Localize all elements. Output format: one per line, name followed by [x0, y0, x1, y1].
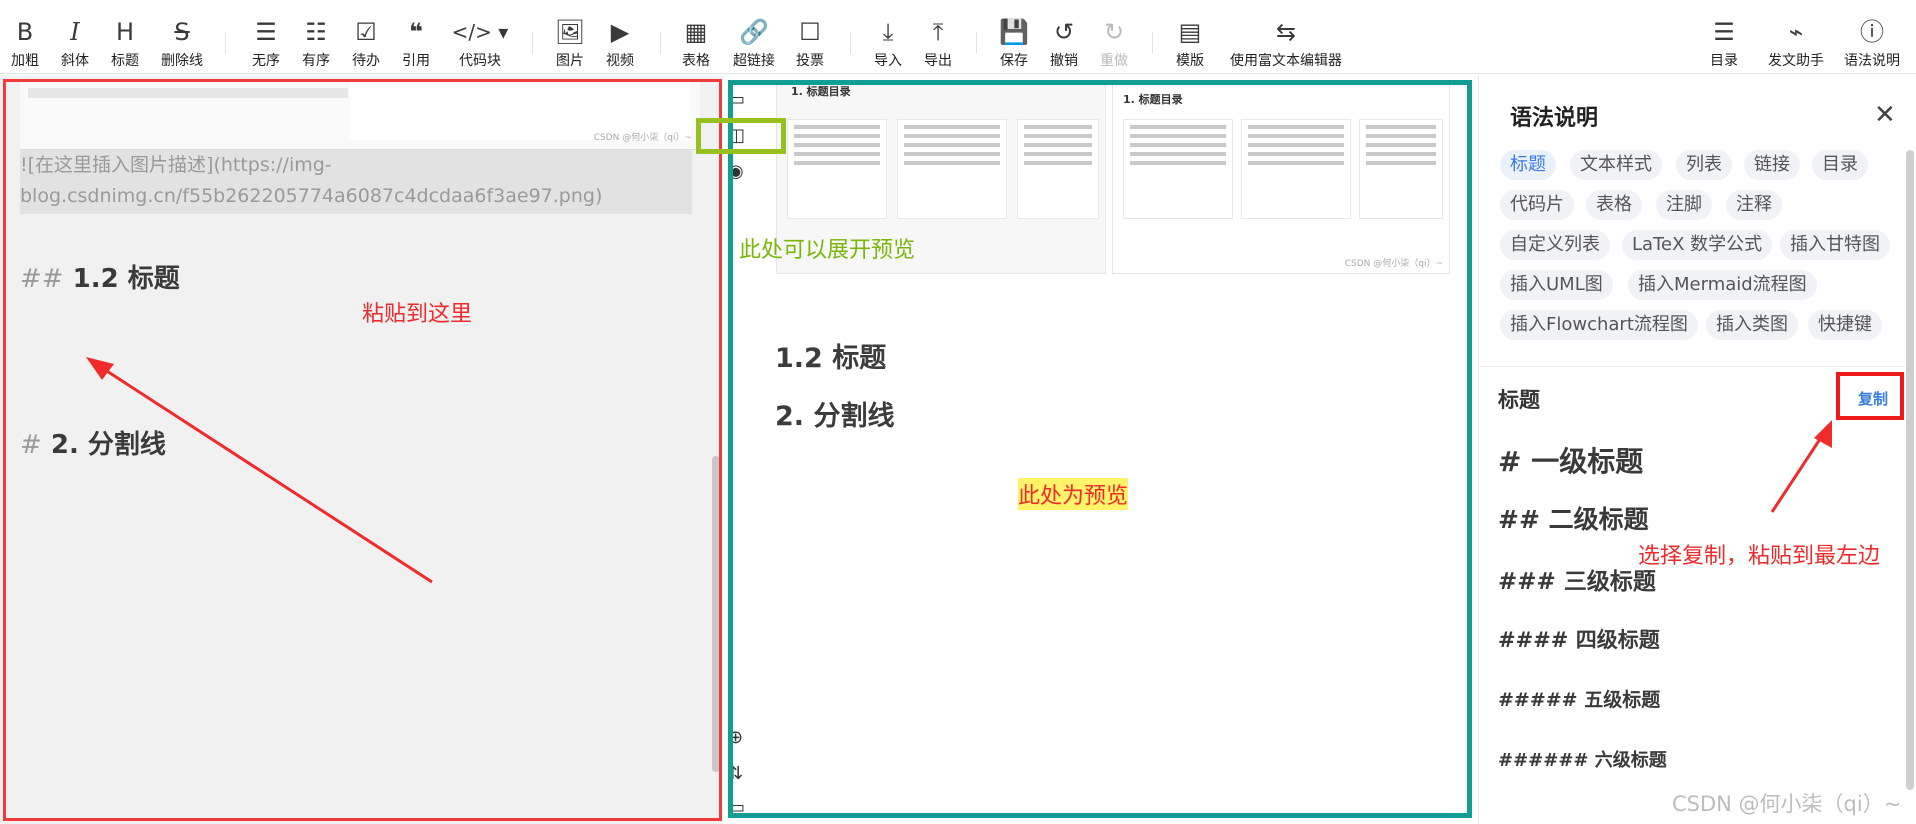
- redo-icon: ↻: [1103, 18, 1125, 46]
- expand-preview-annotation: 此处可以展开预览: [739, 238, 916, 263]
- paste-here-annotation: 粘贴到这里: [362, 302, 473, 327]
- help-heading-4: #### 四级标题: [1498, 628, 1660, 652]
- preview-heading-1-2: 1.2 标题: [775, 343, 887, 374]
- help-tag-list[interactable]: 列表: [1676, 150, 1732, 180]
- redo-button[interactable]: ↻ 重做: [1084, 18, 1144, 70]
- help-tag-comment[interactable]: 注释: [1726, 190, 1782, 220]
- help-tag-code[interactable]: 代码片: [1500, 190, 1574, 220]
- upload-icon: ⤒: [932, 18, 944, 46]
- help-tag-heading[interactable]: 标题: [1500, 150, 1556, 180]
- vote-icon: ☐: [799, 18, 821, 46]
- help-tag-link[interactable]: 链接: [1744, 150, 1800, 180]
- table-button[interactable]: ▦ 表格: [666, 18, 726, 70]
- editor-toolbar: B 加粗 I 斜体 H 标题 S 删除线 ☰ 无序 ☷ 有序 ☑ 待办 ❝ 引用…: [0, 8, 1916, 74]
- help-tag-gantt[interactable]: 插入甘特图: [1780, 230, 1890, 260]
- csdn-watermark: CSDN @何小柒（qi）~: [1672, 792, 1902, 816]
- heading-button[interactable]: H 标题: [95, 18, 155, 70]
- help-heading-1: # 一级标题: [1498, 445, 1644, 478]
- strikethrough-icon: S: [174, 18, 190, 46]
- code-block-button[interactable]: </> ▾ 代码块: [450, 18, 510, 70]
- help-heading-6: ###### 六级标题: [1498, 750, 1667, 771]
- help-tag-flowchart[interactable]: 插入Flowchart流程图: [1500, 310, 1698, 340]
- preview-annotation: 此处为预览: [1018, 478, 1129, 510]
- toc-icon: ☰: [1713, 18, 1735, 46]
- editor-heading-2[interactable]: # 2. 分割线: [20, 424, 166, 461]
- export-button[interactable]: ⤒ 导出: [908, 18, 968, 70]
- heading-icon: H: [115, 18, 135, 46]
- strikethrough-button[interactable]: S 删除线: [152, 18, 212, 70]
- help-tag-footnote[interactable]: 注脚: [1656, 190, 1712, 220]
- video-button[interactable]: ▶ 视频: [590, 18, 650, 70]
- help-tag-shortcuts[interactable]: 快捷键: [1808, 310, 1882, 340]
- help-tag-table[interactable]: 表格: [1586, 190, 1642, 220]
- table-icon: ▦: [684, 18, 708, 46]
- copy-instruction-annotation: 选择复制，粘贴到最左边: [1638, 544, 1881, 569]
- fullscreen-icon[interactable]: ▭: [728, 90, 745, 110]
- post-assistant-button[interactable]: ⌁ 发文助手: [1758, 18, 1834, 70]
- help-heading-2: ## 二级标题: [1498, 505, 1649, 534]
- help-heading-5: ##### 五级标题: [1498, 689, 1661, 711]
- help-tag-uml[interactable]: 插入UML图: [1500, 270, 1613, 300]
- sync-scroll-icon[interactable]: ⇅: [728, 764, 743, 784]
- preview-screenshot-right: 1. 标题目录 CSDN @何小柒（qi）~: [1112, 82, 1450, 274]
- toc-button[interactable]: ☰ 目录: [1694, 18, 1754, 70]
- video-icon: ▶: [610, 18, 630, 46]
- editor-heading-1-2[interactable]: ## 1.2 标题: [20, 258, 180, 295]
- help-divider: [1478, 366, 1904, 367]
- eye-icon[interactable]: ◉: [728, 162, 744, 182]
- assistant-icon: ⌁: [1788, 18, 1804, 46]
- help-tag-class-diagram[interactable]: 插入类图: [1706, 310, 1798, 340]
- collapse-icon[interactable]: ▭: [728, 798, 745, 818]
- preview-heading-2: 2. 分割线: [775, 401, 895, 432]
- editor-scrollbar[interactable]: [712, 456, 720, 772]
- rich-text-editor-button[interactable]: ⇆ 使用富文本编辑器: [1226, 18, 1346, 70]
- help-icon: ⓘ: [1860, 18, 1884, 46]
- editor-embedded-screenshot: CSDN @何小柒（qi）~: [20, 80, 700, 150]
- syntax-help-button[interactable]: ⓘ 语法说明: [1834, 18, 1910, 70]
- hyperlink-button[interactable]: 🔗 超链接: [724, 18, 784, 70]
- template-icon: ▤: [1178, 18, 1202, 46]
- split-view-icon[interactable]: ◫: [728, 126, 745, 146]
- image-markdown-line[interactable]: ![在这里插入图片描述](https://img-blog.csdnimg.cn…: [20, 150, 692, 214]
- locate-icon[interactable]: ⊕: [728, 728, 743, 748]
- code-icon: </> ▾: [451, 20, 509, 44]
- quote-button[interactable]: ❝ 引用: [386, 18, 446, 70]
- help-tag-text-style[interactable]: 文本样式: [1570, 150, 1662, 180]
- help-tag-mermaid[interactable]: 插入Mermaid流程图: [1628, 270, 1817, 300]
- quote-icon: ❝: [408, 18, 424, 46]
- help-panel-title: 语法说明: [1510, 106, 1599, 131]
- help-tag-latex[interactable]: LaTeX 数学公式: [1622, 230, 1773, 260]
- close-icon[interactable]: ✕: [1874, 100, 1896, 130]
- help-section-title: 标题: [1498, 388, 1540, 412]
- help-heading-3: ### 三级标题: [1498, 569, 1656, 595]
- template-button[interactable]: ▤ 模版: [1160, 18, 1220, 70]
- vote-button[interactable]: ☐ 投票: [780, 18, 840, 70]
- help-scrollbar[interactable]: [1906, 150, 1914, 790]
- copy-button[interactable]: 复制: [1858, 388, 1888, 409]
- link-icon: 🔗: [739, 18, 769, 46]
- help-tag-custom-list[interactable]: 自定义列表: [1500, 230, 1610, 260]
- help-tag-toc[interactable]: 目录: [1812, 150, 1868, 180]
- switch-icon: ⇆: [1275, 18, 1297, 46]
